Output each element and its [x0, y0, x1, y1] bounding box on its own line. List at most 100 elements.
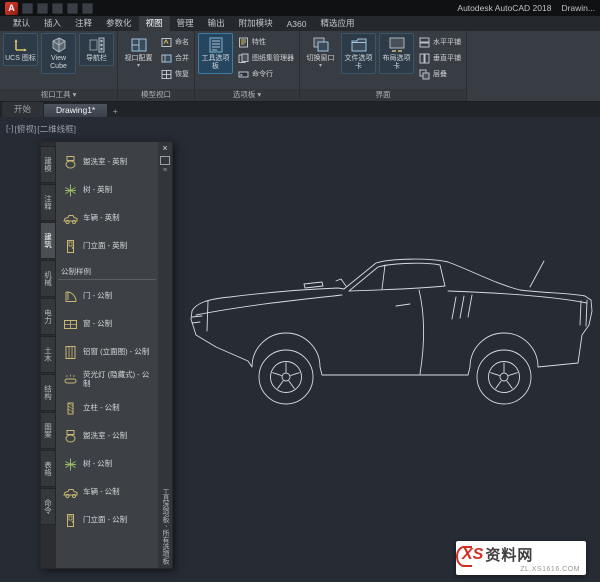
- vehicle-icon: [63, 488, 78, 498]
- ribbon-tab-manage[interactable]: 管理: [170, 16, 201, 31]
- window-icon: [64, 319, 77, 329]
- palette-tab-annotation[interactable]: 注释: [41, 184, 56, 221]
- palette-item-fluorescent-light-metric[interactable]: 荧光灯 (隐藏式) - 公制: [58, 366, 156, 394]
- palette-tab-modeling[interactable]: 建模: [41, 146, 56, 183]
- close-icon[interactable]: ×: [162, 143, 167, 153]
- navigation-bar-button[interactable]: 导航栏: [79, 33, 114, 67]
- sheet-set-manager-button[interactable]: 图纸集管理器: [236, 51, 296, 65]
- panel-label-viewport-tools[interactable]: 视口工具 ▾: [0, 89, 117, 101]
- tree-icon: [65, 184, 76, 196]
- palette-tab-tables[interactable]: 表格: [41, 450, 56, 487]
- tile-horizontal-icon: [419, 37, 430, 47]
- switch-windows-button[interactable]: 切换窗口 ▾: [303, 33, 338, 73]
- palette-item-vehicle-metric[interactable]: 车辆 - 公制: [58, 478, 156, 506]
- ucs-axes-icon: [14, 39, 27, 52]
- ribbon-tab-view[interactable]: 视图: [138, 16, 170, 31]
- viewcube-button[interactable]: View Cube: [41, 33, 76, 75]
- cascade-windows-button[interactable]: 层叠: [417, 67, 463, 81]
- open-file-icon[interactable]: [37, 2, 48, 14]
- app-menu-logo[interactable]: A: [5, 1, 18, 15]
- join-viewports-button[interactable]: 合并: [159, 51, 191, 65]
- undo-icon[interactable]: [82, 2, 93, 14]
- palette-tab-command[interactable]: 命令: [41, 488, 56, 525]
- vehicle-icon: [63, 214, 78, 224]
- palette-tab-structural[interactable]: 结构: [41, 374, 56, 411]
- file-tabs-toggle-button[interactable]: 文件选项卡: [341, 33, 376, 75]
- save-icon[interactable]: [52, 2, 63, 14]
- viewport-config-icon: [131, 38, 146, 52]
- ribbon-tab-parametric[interactable]: 参数化: [99, 16, 139, 31]
- palette-properties-icon[interactable]: ≡: [163, 167, 167, 174]
- properties-palette-button[interactable]: 特性: [236, 35, 296, 49]
- viewport-control-minimize[interactable]: [-]: [6, 123, 14, 135]
- palette-item-lavatory-imperial[interactable]: 盥洗室 - 英制: [58, 148, 156, 176]
- viewcube-icon: [52, 37, 65, 53]
- ribbon-tab-a360[interactable]: A360: [280, 18, 314, 31]
- ribbon-empty-area: [467, 31, 600, 101]
- cascade-icon: [419, 69, 430, 79]
- palette-tab-electrical[interactable]: 电力: [41, 298, 56, 335]
- palette-item-tree-metric[interactable]: 树 - 公制: [58, 450, 156, 478]
- palette-item-lavatory-metric[interactable]: 盥洗室 - 公制: [58, 422, 156, 450]
- car-drawing[interactable]: [186, 231, 596, 411]
- layout-tabs-toggle-button[interactable]: 布局选项卡: [379, 33, 414, 75]
- file-tabs-icon: [351, 38, 366, 52]
- panel-label-palettes[interactable]: 选项板 ▾: [195, 89, 299, 101]
- tool-palettes-icon: [209, 37, 222, 53]
- auto-hide-icon[interactable]: [160, 156, 170, 165]
- palette-tab-mechanical[interactable]: 机械: [41, 260, 56, 297]
- palette-item-column-metric[interactable]: 立柱 - 公制: [58, 394, 156, 422]
- navigation-bar-icon: [89, 37, 104, 53]
- palette-item-aluminum-window-metric[interactable]: 铝窗 (立面图) - 公制: [58, 338, 156, 366]
- palette-title-bar[interactable]: × ≡ 工具选项板 - 所有选项板: [158, 142, 172, 568]
- palette-item-tree-imperial[interactable]: 树 - 英制: [58, 176, 156, 204]
- ribbon-tab-annotate[interactable]: 注释: [68, 16, 99, 31]
- tool-palettes-button[interactable]: 工具选项板: [198, 33, 233, 75]
- palette-item-door-metric[interactable]: 门 - 公制: [58, 282, 156, 310]
- ribbon-tab-bar: 默认 插入 注释 参数化 视图 管理 输出 附加模块 A360 精选应用: [0, 16, 600, 31]
- viewport-control-visual-style[interactable]: [二维线框]: [37, 123, 76, 135]
- tile-vertically-button[interactable]: 垂直平铺: [417, 51, 463, 65]
- ucs-icon-button[interactable]: UCS 图标: [3, 33, 38, 67]
- panel-label-interface[interactable]: 界面: [300, 89, 466, 101]
- watermark-site-name: 资料网: [485, 547, 534, 564]
- model-space-canvas[interactable]: [-] [俯视] [二维线框] 建模 注释 建筑 机械 电力 土木 结构 图案 …: [0, 117, 600, 582]
- palette-item-door-elevation-imperial[interactable]: 门立面 - 英制: [58, 232, 156, 260]
- palette-item-window-metric[interactable]: 窗 - 公制: [58, 310, 156, 338]
- file-tab-start[interactable]: 开始: [2, 102, 44, 117]
- rear-wheel: [476, 349, 532, 405]
- new-file-icon[interactable]: [22, 2, 33, 14]
- panel-label-model-viewports[interactable]: 模型视口: [118, 89, 194, 101]
- ribbon-tab-addins[interactable]: 附加模块: [232, 16, 280, 31]
- ribbon-tab-home[interactable]: 默认: [6, 16, 37, 31]
- document-title: Drawin...: [561, 3, 595, 13]
- palette-tab-civil[interactable]: 土木: [41, 336, 56, 373]
- join-viewports-icon: [161, 54, 172, 62]
- viewport-control-view[interactable]: [俯视]: [15, 123, 37, 135]
- restore-viewports-button[interactable]: 恢复: [159, 67, 191, 81]
- viewport-controls: [-] [俯视] [二维线框]: [6, 123, 76, 135]
- palette-item-vehicle-imperial[interactable]: 车辆 - 英制: [58, 204, 156, 232]
- palette-title: 工具选项板 - 所有选项板: [162, 487, 169, 564]
- palette-item-door-elevation-metric[interactable]: 门立面 - 公制: [58, 506, 156, 534]
- ribbon-tab-featured-apps[interactable]: 精选应用: [313, 16, 361, 31]
- palette-tab-architectural[interactable]: 建筑: [41, 222, 56, 259]
- layout-tabs-icon: [389, 37, 404, 52]
- window-title: Autodesk AutoCAD 2018 Drawin...: [457, 3, 595, 13]
- tree-icon: [65, 458, 76, 470]
- viewport-configuration-button[interactable]: 视口配置 ▾: [121, 33, 156, 73]
- app-title: Autodesk AutoCAD 2018: [457, 3, 552, 13]
- ribbon-tab-output[interactable]: 输出: [201, 16, 232, 31]
- named-viewports-button[interactable]: 命名: [159, 35, 191, 49]
- panel-palettes: 工具选项板 特性 图纸集管理器 命令行 选项板 ▾: [195, 31, 300, 101]
- new-drawing-tab-button[interactable]: +: [108, 106, 122, 117]
- watermark: XS 资料网 ZL.XS1616.COM: [455, 541, 586, 575]
- command-line-button[interactable]: 命令行: [236, 67, 296, 81]
- tile-horizontally-button[interactable]: 水平平铺: [417, 35, 463, 49]
- palette-tab-hatch[interactable]: 图案: [41, 412, 56, 449]
- print-icon[interactable]: [67, 2, 78, 14]
- file-tab-bar: 开始 Drawing1* +: [0, 102, 600, 117]
- ribbon-tab-insert[interactable]: 插入: [37, 16, 68, 31]
- door-elevation-icon: [67, 239, 74, 253]
- file-tab-drawing1[interactable]: Drawing1*: [44, 104, 108, 117]
